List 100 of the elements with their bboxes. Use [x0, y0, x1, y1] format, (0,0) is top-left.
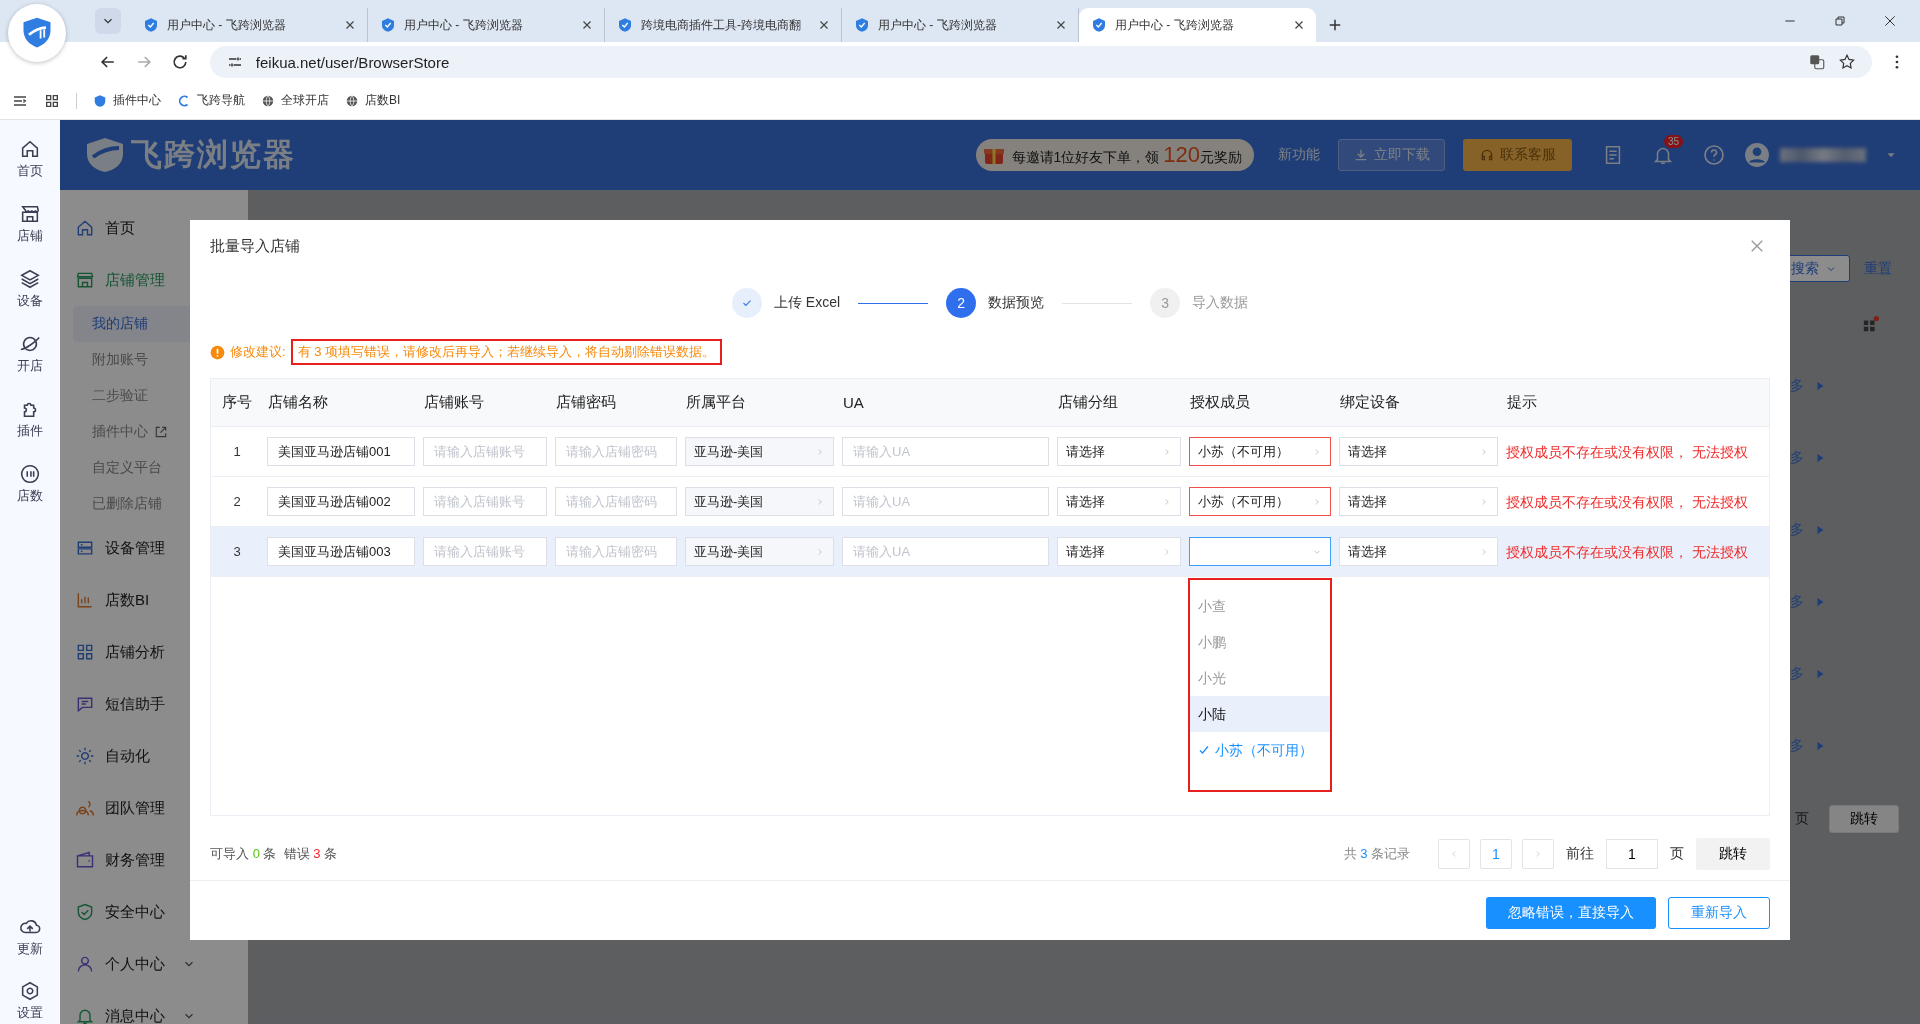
settings-icon	[19, 980, 41, 1002]
select-field[interactable]: 请选择	[1057, 487, 1181, 516]
column-header: UA	[842, 394, 865, 411]
text-field[interactable]: 请输入店铺账号	[423, 487, 547, 516]
browser-tab[interactable]: 用户中心 - 飞跨浏览器	[1079, 8, 1316, 42]
bar-chart-icon	[75, 590, 95, 610]
rail-item[interactable]: 更新	[0, 916, 60, 958]
reimport-button[interactable]: 重新导入	[1668, 897, 1770, 929]
browser-tab[interactable]: 用户中心 - 飞跨浏览器	[131, 8, 368, 42]
warning-label: 修改建议:	[230, 343, 286, 361]
select-field[interactable]: 请选择	[1339, 537, 1498, 566]
ignore-errors-import-button[interactable]: 忽略错误，直接导入	[1486, 897, 1656, 929]
select-field[interactable]: 请选择	[1057, 537, 1181, 566]
tab-list-button[interactable]	[95, 8, 121, 34]
sidebar-item[interactable]: 自动化	[60, 730, 248, 782]
select-field[interactable]: 请选择	[1339, 437, 1498, 466]
sidebar-item[interactable]: 店数BI	[60, 574, 248, 626]
column-header: 所属平台	[685, 393, 747, 412]
sidebar-item[interactable]: 短信助手	[60, 678, 248, 730]
wallet-icon	[75, 850, 95, 870]
total-records: 共 3 条记录	[1343, 845, 1410, 863]
promo-banner[interactable]: 每邀请1位好友下单，领 120元奖励	[975, 139, 1254, 171]
text-field[interactable]: 请输入店铺账号	[423, 537, 547, 566]
select-field[interactable]: 亚马逊-美国	[685, 537, 834, 566]
rail-item[interactable]: 店数	[0, 463, 60, 505]
column-header: 提示	[1506, 393, 1538, 412]
warning-message: 有 3 项填写错误，请修改后再导入；若继续导入，将自动剔除错误数据。	[290, 339, 723, 365]
column-header: 绑定设备	[1339, 393, 1401, 412]
bookmark[interactable]: 飞跨导航	[177, 92, 245, 109]
select-field[interactable]: 亚马逊-美国	[685, 487, 834, 516]
warning-icon	[210, 344, 225, 360]
bookmark[interactable]: 插件中心	[93, 92, 161, 109]
app-logo: 飞跨浏览器	[85, 134, 296, 176]
step-indicator: 3	[1150, 288, 1181, 318]
browser-tab[interactable]: 跨境电商插件工具-跨境电商翻	[605, 8, 842, 42]
jump-button[interactable]: 跳转	[1829, 805, 1899, 833]
row-number: 3	[233, 544, 241, 559]
bookmark[interactable]: 全球开店	[261, 92, 329, 109]
text-field[interactable]: 请输入店铺账号	[423, 437, 547, 466]
select-field[interactable]: 小苏（不可用）	[1189, 487, 1331, 516]
globe-icon	[345, 93, 359, 108]
star-icon[interactable]	[1838, 53, 1857, 71]
sidebar-item[interactable]: 个人中心	[60, 938, 248, 990]
column-header: 序号	[221, 393, 253, 412]
browser-tab[interactable]: 用户中心 - 飞跨浏览器	[368, 8, 605, 42]
select-field[interactable]: 小苏（不可用）	[1189, 437, 1331, 466]
avatar-icon[interactable]	[1744, 142, 1770, 168]
error-hint: 授权成员不存在或没有权限， 无法授权	[1506, 493, 1748, 510]
people-icon	[75, 798, 95, 818]
select-field[interactable]: 亚马逊-美国	[685, 437, 834, 466]
rail-item[interactable]: 开店	[0, 333, 60, 375]
rail-item[interactable]: 设置	[0, 980, 60, 1022]
text-field[interactable]: 请输入UA	[842, 537, 1049, 566]
home-icon	[19, 138, 41, 160]
translate-icon[interactable]	[1808, 53, 1827, 71]
apps-icon[interactable]	[44, 92, 60, 109]
rail-item[interactable]: 设备	[0, 268, 60, 310]
column-header: 授权成员	[1189, 393, 1251, 412]
dialog-title: 批量导入店铺	[210, 236, 300, 256]
sidebar-item[interactable]: 消息中心	[60, 990, 248, 1024]
text-field[interactable]: 请输入店铺密码	[555, 537, 677, 566]
shield-logo-icon	[85, 137, 125, 173]
sidebar-item[interactable]: 团队管理	[60, 782, 248, 834]
bookmark[interactable]: 店数BI	[345, 92, 401, 109]
text-field[interactable]: 请输入店铺密码	[555, 487, 677, 516]
error-hint: 授权成员不存在或没有权限， 无法授权	[1506, 443, 1748, 460]
address-bar[interactable]: feikua.net/user/BrowserStore	[209, 46, 1873, 78]
page-button[interactable]: 1	[1480, 839, 1512, 869]
close-icon[interactable]	[1882, 13, 1898, 29]
rail-item[interactable]: 插件	[0, 398, 60, 440]
step-label: 上传 Excel	[773, 294, 841, 312]
shield-icon	[93, 93, 107, 108]
text-field[interactable]: 美国亚马逊店铺003	[267, 537, 415, 566]
dropdown-option[interactable]: 小苏（不可用）	[1190, 732, 1330, 768]
dropdown-option[interactable]: 小陆	[1190, 696, 1330, 732]
page-input[interactable]: 1	[1606, 839, 1658, 869]
rail-item[interactable]: 首页	[0, 138, 60, 180]
column-settings-icon[interactable]	[1862, 315, 1880, 333]
restore-icon[interactable]	[1832, 13, 1848, 29]
rail-item[interactable]: 店铺	[0, 203, 60, 245]
jump-button[interactable]: 跳转	[1696, 838, 1770, 870]
select-field[interactable]: 请选择	[1339, 487, 1498, 516]
text-field[interactable]: 请输入UA	[842, 487, 1049, 516]
select-field[interactable]	[1189, 537, 1331, 566]
sidebar-item[interactable]: 安全中心	[60, 886, 248, 938]
row-number: 2	[233, 494, 241, 509]
select-field[interactable]: 请选择	[1057, 437, 1181, 466]
page-unit-label: 页	[1795, 810, 1809, 828]
help-icon[interactable]	[1702, 143, 1726, 167]
step-label: 数据预览	[988, 294, 1045, 312]
sidebar-item[interactable]: 店铺分析	[60, 626, 248, 678]
text-field[interactable]: 美国亚马逊店铺001	[267, 437, 415, 466]
text-field[interactable]: 请输入店铺密码	[555, 437, 677, 466]
store-icon	[19, 203, 41, 225]
text-field[interactable]: 美国亚马逊店铺002	[267, 487, 415, 516]
check-icon	[1198, 744, 1210, 756]
chat-icon	[75, 694, 95, 714]
shield-icon	[75, 902, 95, 922]
text-field[interactable]: 请输入UA	[842, 437, 1049, 466]
column-header: 店铺账号	[423, 393, 485, 412]
